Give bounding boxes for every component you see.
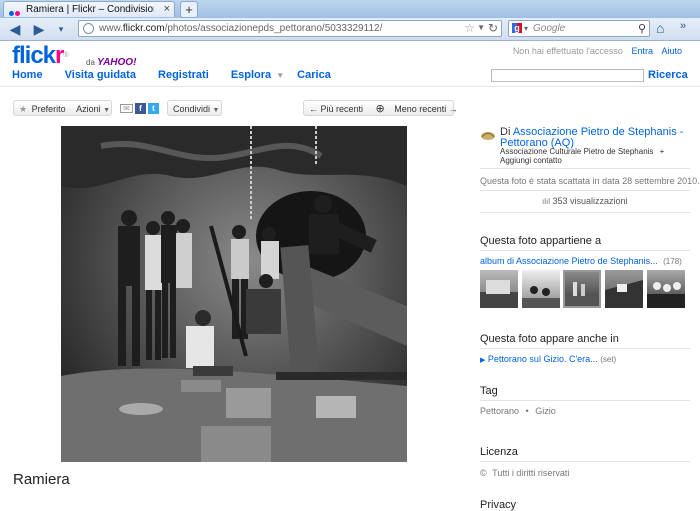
owner-line: Di Associazione Pietro de Stephanis - Pe… xyxy=(500,127,683,149)
views-count: ılıl 353 visualizzazioni xyxy=(542,196,628,206)
history-dropdown-icon[interactable]: ▾ xyxy=(52,21,70,37)
album-thumbnail[interactable] xyxy=(647,270,685,308)
facebook-icon[interactable]: f xyxy=(135,102,146,114)
nav-home[interactable]: Home xyxy=(12,69,43,81)
site-search-button[interactable]: Ricerca xyxy=(648,69,688,81)
google-engine-icon[interactable]: g xyxy=(512,23,522,33)
browser-search-box[interactable]: g ▾ Google ⚲ xyxy=(508,20,650,37)
sidebar-divider xyxy=(480,212,690,213)
not-logged-text: Non hai effettuato l'accesso xyxy=(512,46,623,56)
association-logo-icon xyxy=(481,132,495,140)
set-row: ▶ Pettorano sul Gizio. C'era... (set) xyxy=(480,354,616,364)
owner-buddy-icon[interactable] xyxy=(480,130,496,145)
add-contact-link[interactable]: Aggiungi contatto xyxy=(500,156,562,165)
sidebar-divider xyxy=(480,250,690,251)
favorite-button[interactable]: Preferito xyxy=(32,104,66,114)
reload-icon[interactable]: ↻ xyxy=(488,21,498,35)
sidebar-divider xyxy=(480,348,690,349)
views-chart-icon: ılıl xyxy=(542,197,550,206)
album-link[interactable]: album di Associazione Pietro de Stephani… xyxy=(480,256,658,266)
browser-tab-bar: Ramiera | Flickr – Condivisione di foto!… xyxy=(0,0,700,19)
nav-signup[interactable]: Registrati xyxy=(158,69,209,81)
older-button[interactable]: Meno recenti → xyxy=(394,104,458,114)
license-heading: Licenza xyxy=(480,446,518,458)
site-identity-icon[interactable] xyxy=(83,23,94,34)
photo-actions-pill: ★ Preferito Azioni ▼ xyxy=(13,100,112,116)
album-thumbnail[interactable] xyxy=(522,270,560,308)
newer-button[interactable]: ← Più recenti xyxy=(309,104,363,114)
nav-explore[interactable]: Esplora xyxy=(231,69,271,81)
login-link[interactable]: Entra xyxy=(631,46,653,56)
browser-tab[interactable]: Ramiera | Flickr – Condivisione di foto!… xyxy=(3,1,175,17)
nav-upload[interactable]: Carica xyxy=(297,69,331,81)
album-count: (178) xyxy=(663,257,682,266)
nav-tour[interactable]: Visita guidata xyxy=(65,69,136,81)
photo-nav-pill: ← Più recenti ⊕ Meno recenti → xyxy=(303,100,458,116)
photo-illustration xyxy=(61,126,407,462)
sidebar-divider xyxy=(480,168,690,169)
browser-nav-bar: ◀ ▶ ▾ www.flickr.com/photos/associazione… xyxy=(0,18,700,41)
new-tab-button[interactable]: + xyxy=(180,1,198,18)
back-arrow-icon[interactable]: ◀ xyxy=(6,21,24,37)
url-bar[interactable]: www.flickr.com/photos/associazionepds_pe… xyxy=(78,20,502,37)
flickr-logo[interactable]: flickr® xyxy=(12,44,69,68)
album-row: album di Associazione Pietro de Stephani… xyxy=(480,256,682,266)
tab-title: Ramiera | Flickr – Condivisione di foto! xyxy=(26,4,154,15)
taken-date: Questa foto è stata scattata in data 28 … xyxy=(480,176,700,186)
share-icons: ✉ f t xyxy=(120,102,161,114)
search-placeholder: Google xyxy=(533,23,566,34)
forward-arrow-icon[interactable]: ▶ xyxy=(30,21,48,37)
add-contact-plus-icon[interactable]: + xyxy=(660,147,665,156)
share-button[interactable]: Condividi ▼ xyxy=(167,100,222,116)
privacy-heading: Privacy xyxy=(480,499,517,511)
sidebar-divider xyxy=(480,400,690,401)
yahoo-badge[interactable]: da YAHOO! xyxy=(86,57,136,68)
set-label: (set) xyxy=(600,355,617,364)
license-row: © Tutti i diritti riservati xyxy=(480,468,569,478)
album-thumbnail[interactable] xyxy=(480,270,518,308)
belongs-heading: Questa foto appartiene a xyxy=(480,235,602,247)
main-nav: Home Visita guidata Registrati Esplora ▼ … xyxy=(12,69,350,81)
help-link[interactable]: Aiuto xyxy=(661,46,682,56)
main-photo[interactable] xyxy=(61,126,407,462)
email-icon[interactable]: ✉ xyxy=(120,103,133,113)
actions-button[interactable]: Azioni ▼ xyxy=(76,104,110,114)
url-dropdown-icon[interactable]: ▼ xyxy=(477,23,485,32)
sidebar-divider xyxy=(480,461,690,462)
owner-meta: Associazione Culturale Pietro de Stephan… xyxy=(500,147,664,165)
also-in-heading: Questa foto appare anche in xyxy=(480,333,619,345)
home-icon[interactable]: ⌂ xyxy=(656,20,664,36)
account-links: Non hai effettuato l'accesso Entra Aiuto xyxy=(513,46,682,56)
tag-item[interactable]: Pettorano xyxy=(480,406,519,416)
explore-caret-icon[interactable]: ▼ xyxy=(276,71,284,80)
toolbar-overflow-icon[interactable]: » xyxy=(680,20,686,32)
album-thumbnail[interactable] xyxy=(605,270,643,308)
zoom-icon[interactable]: ⊕ xyxy=(376,103,385,115)
site-search-input[interactable] xyxy=(491,69,644,82)
favorite-star-icon[interactable]: ★ xyxy=(19,104,27,114)
header-divider xyxy=(0,86,700,87)
set-link[interactable]: Pettorano sul Gizio. C'era... xyxy=(488,354,598,364)
tag-item[interactable]: Gizio xyxy=(535,406,556,416)
tag-heading: Tag xyxy=(480,385,498,397)
album-thumbnail-current[interactable] xyxy=(563,270,601,308)
bookmark-star-icon[interactable]: ☆ xyxy=(464,21,475,35)
search-icon[interactable]: ⚲ xyxy=(638,22,646,35)
tag-list: Pettorano • Gizio xyxy=(480,406,556,416)
license-text: Tutti i diritti riservati xyxy=(492,468,570,478)
twitter-icon[interactable]: t xyxy=(148,102,159,114)
photo-title: Ramiera xyxy=(13,471,70,488)
set-expand-icon[interactable]: ▶ xyxy=(480,357,485,364)
copyright-icon: © xyxy=(480,468,487,478)
owner-subtitle: Associazione Culturale Pietro de Stephan… xyxy=(500,147,654,156)
tab-close-icon[interactable]: × xyxy=(164,3,170,15)
tag-separator: • xyxy=(525,406,529,416)
engine-dropdown-icon[interactable]: ▾ xyxy=(524,24,528,33)
sidebar-divider xyxy=(480,190,690,191)
url-text: www.flickr.com/photos/associazionepds_pe… xyxy=(99,23,383,34)
